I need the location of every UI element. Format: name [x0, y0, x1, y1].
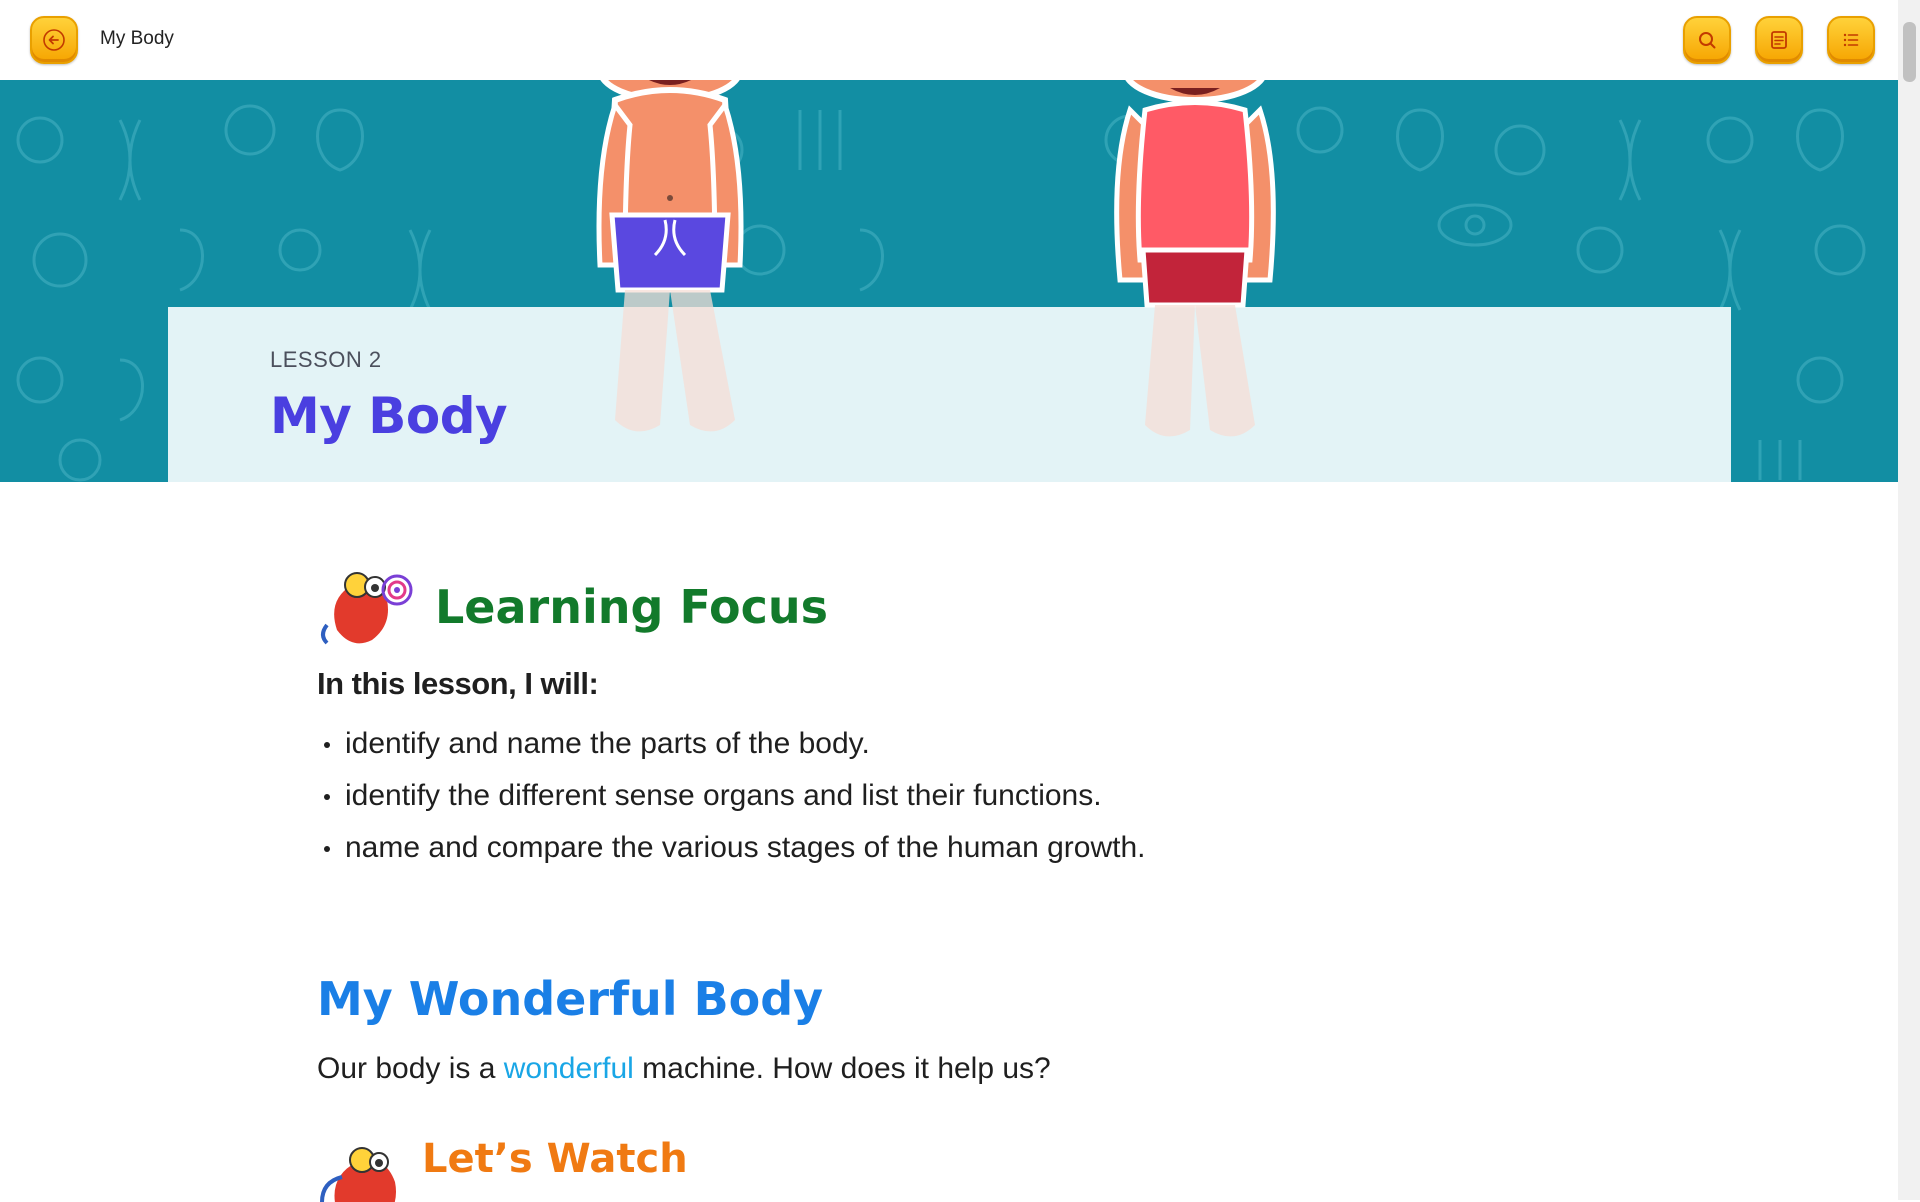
- lesson-hero: LESSON 2 My Body: [0, 80, 1898, 482]
- learning-goals-list: identify and name the parts of the body.…: [317, 718, 1145, 874]
- learning-focus-intro: In this lesson, I will:: [317, 666, 599, 701]
- lesson-title: My Body: [270, 387, 508, 445]
- page-scrollbar[interactable]: [1898, 0, 1920, 1200]
- lesson-number: LESSON 2: [270, 347, 382, 372]
- learning-focus-heading: Learning Focus: [435, 580, 828, 634]
- app-title: My Body: [100, 28, 174, 49]
- list-item: identify the different sense organs and …: [317, 770, 1145, 822]
- toc-button[interactable]: [1827, 16, 1875, 64]
- search-button[interactable]: [1683, 16, 1731, 64]
- notes-button[interactable]: [1755, 16, 1803, 64]
- search-icon: [1699, 32, 1716, 49]
- paragraph-text-start: Our body is a: [317, 1052, 504, 1085]
- parrot-mascot-target-icon: [321, 572, 413, 645]
- top-bar: My Body: [0, 0, 1898, 80]
- lets-watch-heading: Let’s Watch: [422, 1136, 688, 1182]
- girl-illustration: [1114, 80, 1276, 437]
- list-icon: [1843, 33, 1859, 47]
- lets-watch-header: Let’s Watch: [317, 1132, 817, 1202]
- arrow-left-icon: [43, 29, 65, 51]
- list-item: name and compare the various stages of t…: [317, 822, 1145, 874]
- paragraph-text-end: machine. How does it help us?: [633, 1052, 1051, 1085]
- boy-illustration: [596, 80, 744, 432]
- note-icon: [1771, 31, 1787, 49]
- section-paragraph: Our body is a wonderful machine. How doe…: [317, 1052, 1051, 1086]
- glossary-link-wonderful[interactable]: wonderful: [504, 1052, 634, 1085]
- list-item: identify and name the parts of the body.: [317, 718, 1145, 770]
- section-heading: My Wonderful Body: [317, 972, 824, 1026]
- lesson-header-panel: LESSON 2 My Body: [168, 307, 1731, 482]
- learning-focus-header: Learning Focus: [317, 560, 1217, 650]
- back-button[interactable]: [30, 16, 78, 64]
- parrot-mascot-video-icon: [320, 1147, 396, 1202]
- scrollbar-thumb[interactable]: [1903, 22, 1916, 82]
